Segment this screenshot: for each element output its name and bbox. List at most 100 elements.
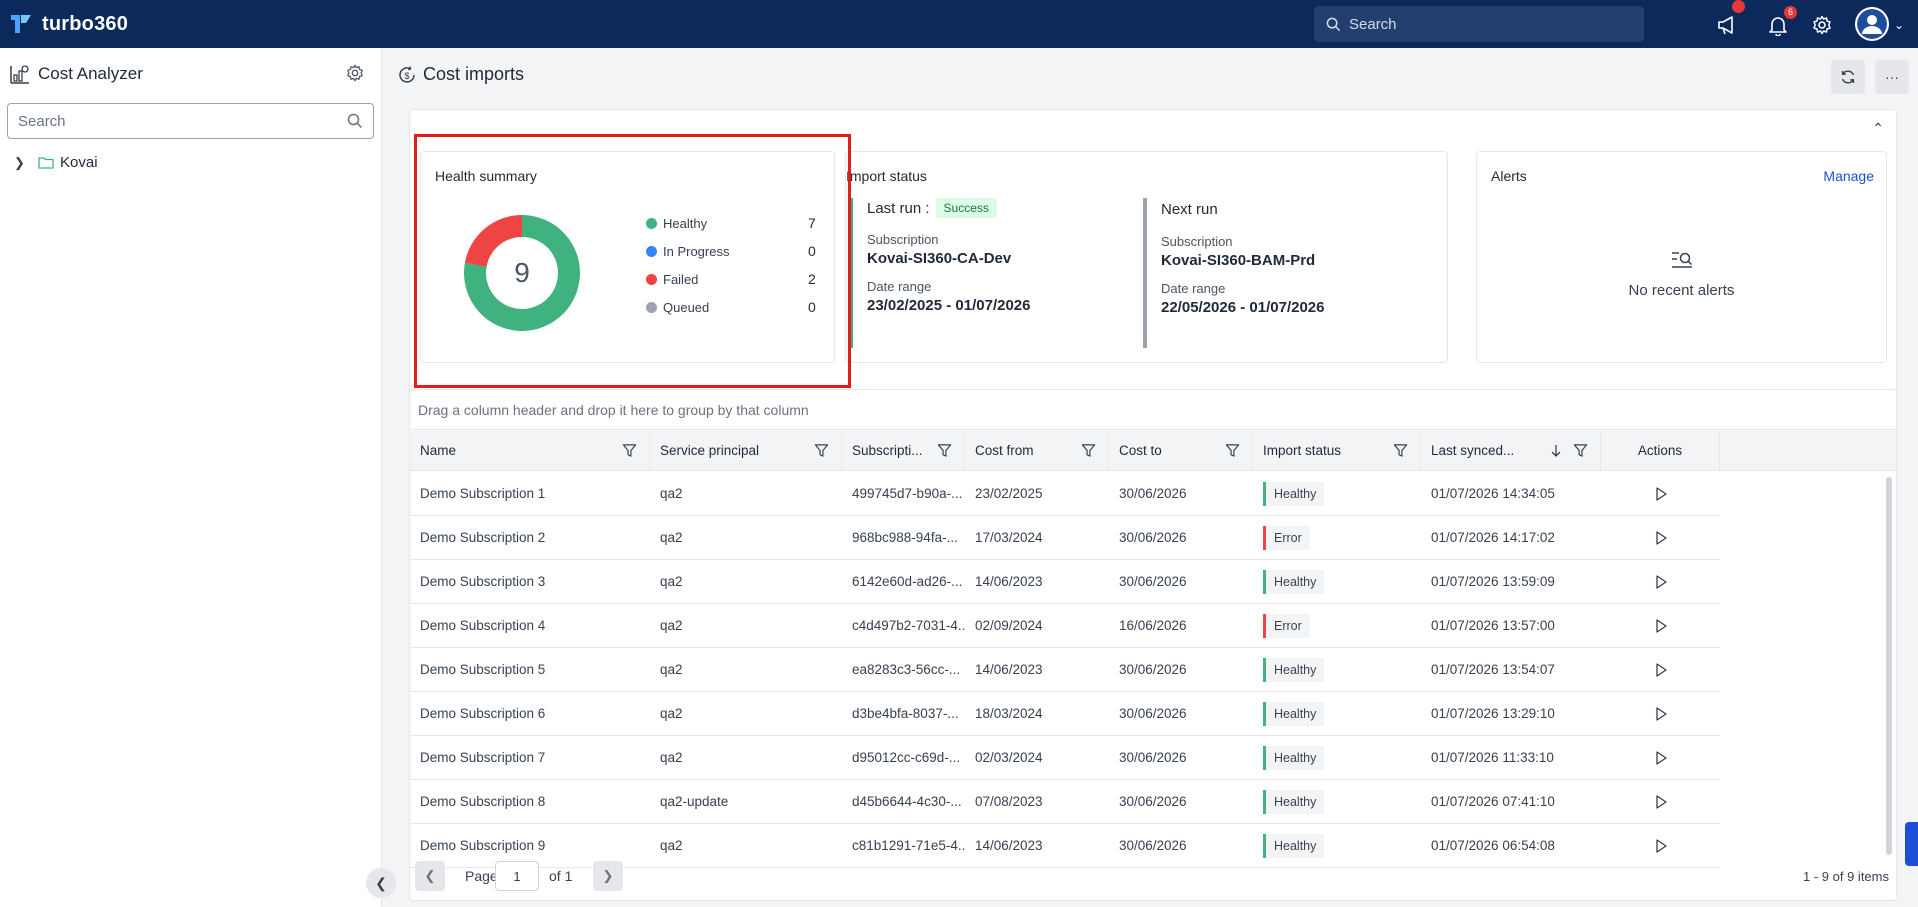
notifications-button[interactable]: 6: [1765, 6, 1797, 38]
table-row[interactable]: Demo Subscription 4 qa2 c4d497b2-7031-4...…: [410, 604, 1720, 648]
group-by-drop-zone[interactable]: Drag a column header and drop it here to…: [410, 390, 1896, 430]
cell-principal: qa2: [660, 750, 683, 765]
cell-cost-to: 30/06/2026: [1119, 530, 1187, 545]
cost-analyzer-icon: [10, 65, 29, 84]
cost-imports-grid: Drag a column header and drop it here to…: [409, 389, 1897, 901]
run-import-play-icon[interactable]: [1653, 486, 1669, 502]
filter-icon[interactable]: [814, 443, 829, 458]
column-header-2[interactable]: Service principal: [650, 431, 842, 471]
last-run-block: Last run : Success Subscription Kovai-SI…: [849, 198, 1139, 348]
run-import-play-icon[interactable]: [1653, 750, 1669, 766]
cell-subscription: d3be4bfa-8037-...: [852, 706, 959, 721]
run-import-play-icon[interactable]: [1653, 794, 1669, 810]
announcements-button[interactable]: [1715, 0, 1745, 38]
global-search[interactable]: [1314, 6, 1644, 42]
megaphone-icon: [1718, 16, 1733, 35]
run-import-play-icon[interactable]: [1653, 574, 1669, 590]
app-logo[interactable]: turbo360: [8, 11, 128, 37]
table-row[interactable]: Demo Subscription 8 qa2-update d45b6644-4c…: [410, 780, 1720, 824]
cell-cost-from: 14/06/2023: [975, 574, 1043, 589]
sidebar-settings-button[interactable]: [346, 64, 366, 84]
cell-principal: qa2: [660, 618, 683, 633]
run-import-play-icon[interactable]: [1653, 706, 1669, 722]
sort-descending-icon[interactable]: [1550, 444, 1562, 458]
cell-name: Demo Subscription 7: [420, 750, 546, 765]
cell-last-synced: 01/07/2026 13:29:10: [1431, 706, 1555, 721]
run-import-play-icon[interactable]: [1653, 838, 1669, 854]
last-run-label: Last run :: [867, 199, 930, 217]
import-status-badge: Healthy: [1263, 570, 1325, 594]
cell-cost-from: 23/02/2025: [975, 486, 1043, 501]
manage-alerts-link[interactable]: Manage: [1823, 168, 1874, 184]
last-run-subscription: Kovai-SI360-CA-Dev: [867, 250, 1012, 267]
cell-name: Demo Subscription 3: [420, 574, 546, 589]
refresh-button[interactable]: [1831, 60, 1865, 94]
filter-icon[interactable]: [1393, 443, 1408, 458]
page-number-input[interactable]: [495, 861, 539, 891]
settings-button[interactable]: [1809, 12, 1835, 38]
next-page-button[interactable]: ❯: [593, 861, 623, 891]
cell-subscription: 968bc988-94fa-...: [852, 530, 958, 545]
table-row[interactable]: Demo Subscription 1 qa2 499745d7-b90a-... 2…: [410, 472, 1720, 516]
bell-icon: [1769, 16, 1787, 36]
table-row[interactable]: Demo Subscription 6 qa2 d3be4bfa-8037-... 1…: [410, 692, 1720, 736]
user-avatar-icon: [1857, 9, 1887, 39]
sidebar-search[interactable]: [7, 103, 374, 139]
sidebar-header: Cost Analyzer: [8, 62, 143, 86]
cell-last-synced: 01/07/2026 14:34:05: [1431, 486, 1555, 501]
table-row[interactable]: Demo Subscription 2 qa2 968bc988-94fa-... 1…: [410, 516, 1720, 560]
filter-icon[interactable]: [1225, 443, 1240, 458]
gear-icon: [1813, 15, 1831, 35]
items-count: 1 - 9 of 9 items: [1803, 868, 1889, 884]
cell-subscription: ea8283c3-56cc-...: [852, 662, 961, 677]
import-status-badge: Healthy: [1263, 702, 1325, 726]
chevron-up-icon[interactable]: ⌃: [1872, 120, 1884, 137]
tree-item-label: Kovai: [60, 154, 98, 171]
last-run-status-badge: Success: [935, 198, 997, 218]
column-header-3[interactable]: Subscripti...: [842, 431, 965, 471]
cell-last-synced: 01/07/2026 13:57:00: [1431, 618, 1555, 633]
table-row[interactable]: Demo Subscription 5 qa2 ea8283c3-56cc-... 1…: [410, 648, 1720, 692]
previous-page-button[interactable]: ❮: [415, 861, 445, 891]
cell-subscription: 499745d7-b90a-...: [852, 486, 963, 501]
grid-scrollbar[interactable]: [1886, 477, 1892, 855]
import-status-badge: Healthy: [1263, 790, 1325, 814]
sidebar-search-input[interactable]: [18, 112, 347, 130]
column-header-1[interactable]: Name: [410, 431, 650, 471]
user-avatar[interactable]: [1855, 7, 1889, 41]
column-header-6[interactable]: Import status: [1253, 431, 1421, 471]
folder-icon: [38, 157, 54, 169]
table-row[interactable]: Demo Subscription 3 qa2 6142e60d-ad26-... 1…: [410, 560, 1720, 604]
cell-last-synced: 01/07/2026 07:41:10: [1431, 794, 1555, 809]
sidebar: Cost Analyzer ❯ Kovai: [0, 48, 382, 907]
side-panel-tab[interactable]: [1905, 822, 1918, 866]
chevron-right-icon[interactable]: ❯: [14, 155, 30, 171]
column-header-8[interactable]: Actions: [1601, 431, 1720, 471]
tree-item-kovai[interactable]: ❯ Kovai: [14, 154, 98, 171]
column-header-4[interactable]: Cost from: [965, 431, 1109, 471]
more-options-button[interactable]: ···: [1875, 60, 1909, 94]
next-run-block: Next run Subscription Kovai-SI360-BAM-Pr…: [1143, 198, 1433, 348]
column-header-label: Name: [420, 443, 457, 458]
table-row[interactable]: Demo Subscription 7 qa2 d95012cc-c69d-... 0…: [410, 736, 1720, 780]
run-import-play-icon[interactable]: [1653, 662, 1669, 678]
global-search-input[interactable]: [1349, 15, 1629, 33]
column-header-label: Cost from: [975, 443, 1034, 458]
column-header-7[interactable]: Last synced...: [1421, 431, 1601, 471]
alerts-title: Alerts: [1491, 168, 1527, 184]
filter-icon[interactable]: [1573, 443, 1588, 458]
page-title: Cost imports: [423, 64, 525, 84]
column-header-5[interactable]: Cost to: [1109, 431, 1253, 471]
chevron-down-icon[interactable]: ⌄: [1894, 18, 1904, 32]
cell-name: Demo Subscription 2: [420, 530, 546, 545]
filter-icon[interactable]: [1081, 443, 1096, 458]
filter-icon[interactable]: [937, 443, 952, 458]
column-header-label: Service principal: [660, 443, 760, 458]
cell-last-synced: 01/07/2026 11:33:10: [1431, 750, 1554, 765]
run-import-play-icon[interactable]: [1653, 530, 1669, 546]
top-navigation-bar: turbo360 6 ⌄: [0, 0, 1918, 48]
run-import-play-icon[interactable]: [1653, 618, 1669, 634]
cell-cost-from: 14/06/2023: [975, 662, 1043, 677]
filter-icon[interactable]: [622, 443, 637, 458]
import-status-badge: Healthy: [1263, 482, 1325, 506]
